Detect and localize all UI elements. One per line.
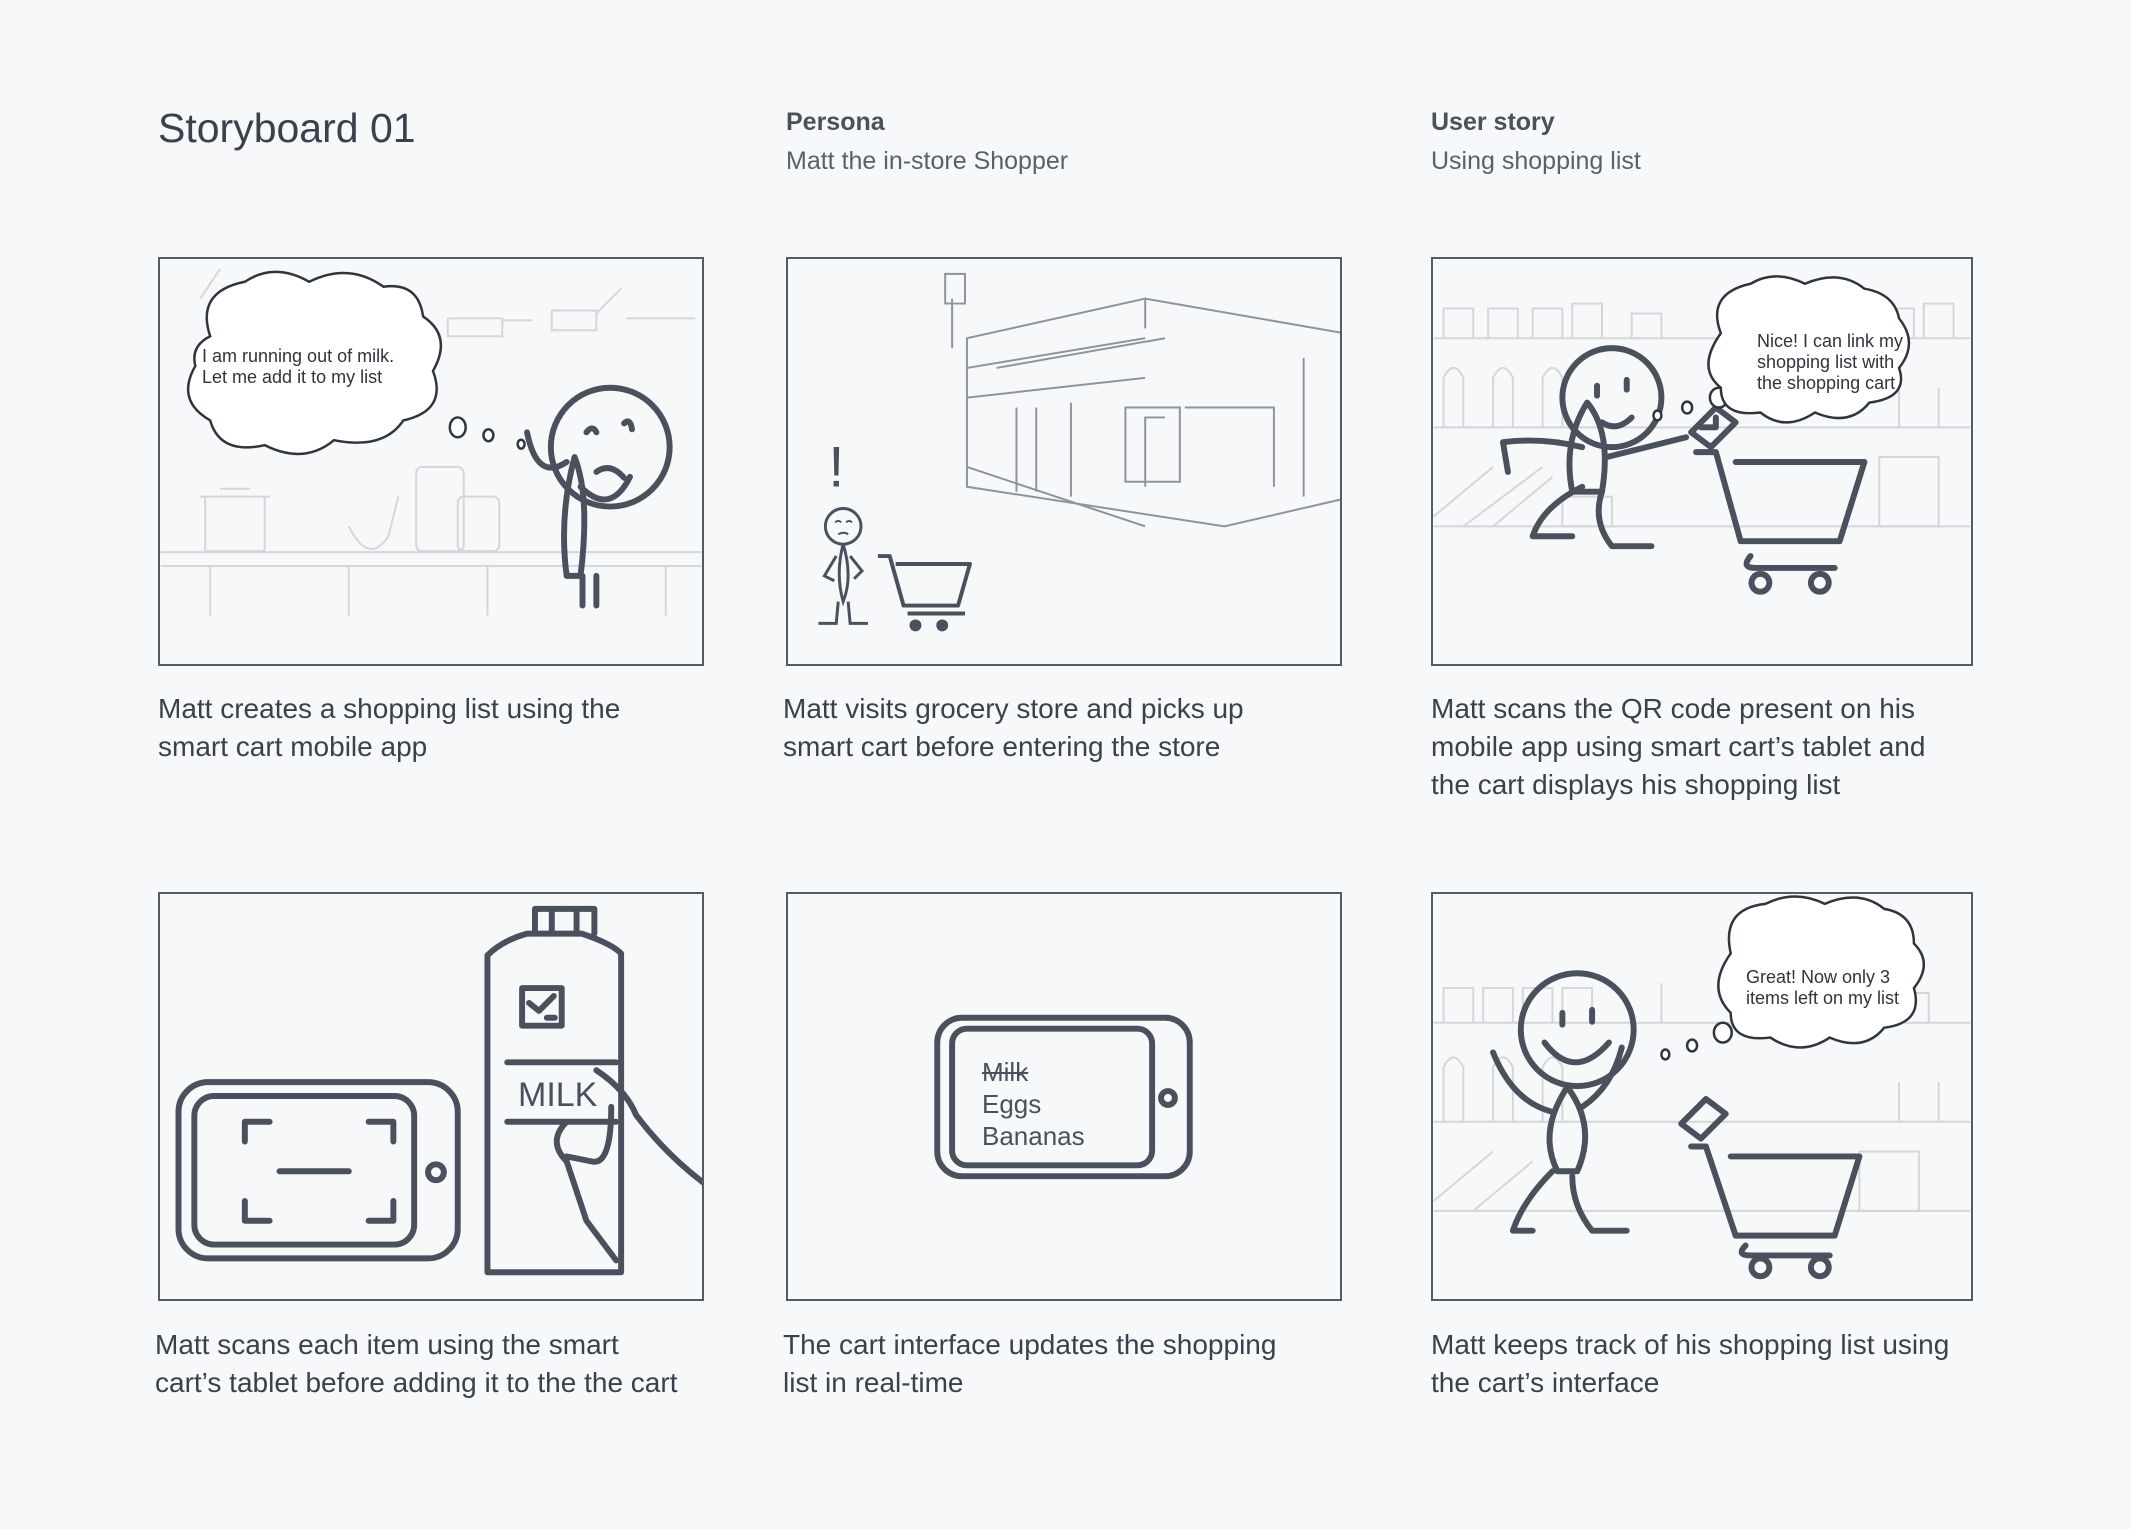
panel-6-frame: Great! Now only 3 items left on my list: [1431, 892, 1973, 1301]
kitchen-scene-illustration: [160, 268, 702, 616]
tracking-list-scene-illustration: [1433, 895, 1971, 1280]
panel-4-frame: MILK: [158, 892, 704, 1301]
list-item-eggs: Eggs: [982, 1089, 1042, 1119]
list-item-milk: Milk: [982, 1057, 1029, 1087]
persona-value: Matt the in-store Shopper: [786, 147, 1069, 175]
list-item-bananas: Bananas: [982, 1121, 1085, 1151]
scanning-milk-scene-illustration: [175, 905, 702, 1276]
persona-block: Persona Matt the in-store Shopper: [786, 108, 1068, 176]
scanning-qr-scene-illustration: [1433, 275, 1971, 595]
grocery-store-scene-illustration: !: [818, 272, 1340, 632]
user-story-block: User story Using shopping list: [1431, 108, 1641, 176]
panel-6-thought-bubble: Great! Now only 3 items left on my list: [1746, 967, 1900, 1008]
panel-1-frame: I am running out of milk. Let me add it …: [158, 257, 704, 666]
panel-2-caption: Matt visits grocery store and picks up s…: [783, 693, 1244, 762]
panel-4-caption: Matt scans each item using the smart car…: [155, 1329, 678, 1398]
panel-1-caption: Matt creates a shopping list using the s…: [158, 693, 621, 762]
storyboard-title: Storyboard 01: [158, 105, 416, 151]
shopping-list: Milk Eggs Bananas: [982, 1056, 1085, 1152]
user-story-label: User story: [1431, 108, 1555, 136]
panel-1-thought-bubble: I am running out of milk. Let me add it …: [202, 346, 395, 387]
panel-5-frame: Milk Eggs Bananas: [786, 892, 1342, 1301]
user-story-value: Using shopping list: [1431, 147, 1641, 175]
panel-3-thought-bubble: Nice! I can link my shopping list with t…: [1757, 331, 1904, 393]
persona-label: Persona: [786, 108, 885, 136]
scan-frame-icon: [241, 1118, 397, 1224]
panel-3-frame: Nice! I can link my shopping list with t…: [1431, 257, 1973, 666]
panel-3-caption: Matt scans the QR code present on his mo…: [1431, 693, 1926, 800]
exclamation-mark: !: [828, 436, 844, 500]
panel-5-caption: The cart interface updates the shopping …: [783, 1329, 1277, 1398]
panel-6-caption: Matt keeps track of his shopping list us…: [1431, 1329, 1950, 1398]
panel-2-frame: !: [786, 257, 1342, 666]
milk-carton-label: MILK: [518, 1076, 598, 1114]
